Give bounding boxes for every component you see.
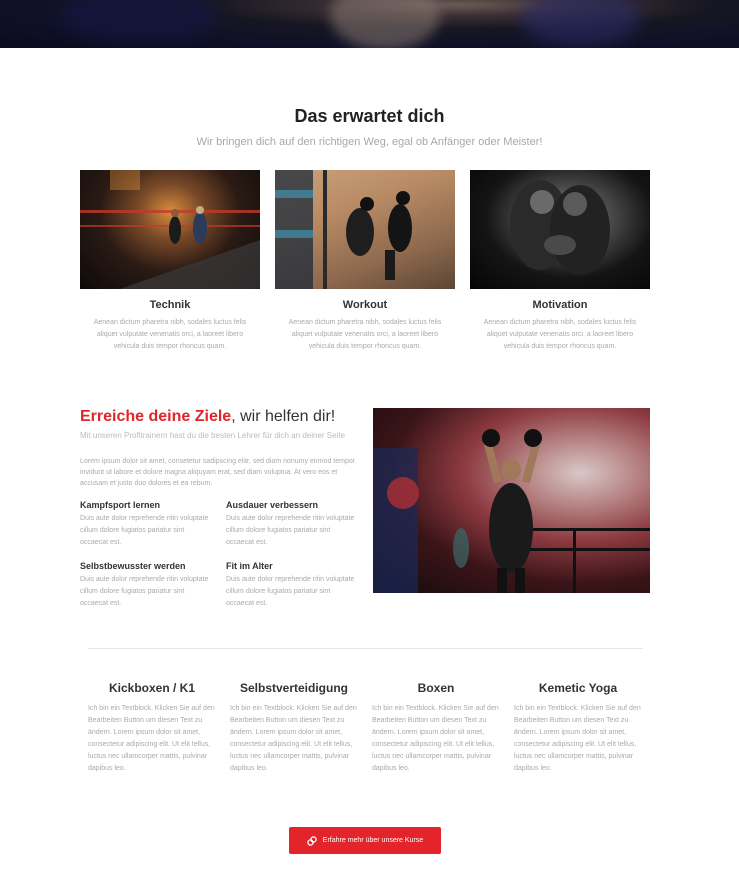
- feature-title: Fit im Alter: [226, 561, 273, 571]
- card-text: Aenean dictum pharetra nibh, sodales luc…: [483, 319, 637, 350]
- course-title: Selbstverteidigung: [239, 681, 349, 695]
- section-title: Das erwartet dich: [294, 106, 445, 126]
- boxer-arena-photo: [373, 408, 650, 593]
- feature-card-motivation: Motivation Aenean dictum pharetra nibh, …: [470, 170, 650, 353]
- course-text: Ich bin ein Textblock. Klicken Sie auf d…: [372, 705, 499, 772]
- link-icon: [307, 835, 317, 846]
- feature-kampfsport: Kampfsport lernen Duis aute dolor repreh…: [80, 500, 210, 549]
- feature-title: Selbstbewusster werden: [80, 561, 186, 571]
- goals-section: Erreiche deine Ziele, wir helfen dir! Mi…: [80, 408, 360, 489]
- feature-title: Ausdauer verbessern: [226, 500, 319, 510]
- card-title: Workout: [342, 299, 388, 311]
- course-kickboxen: Kickboxen / K1 Ich bin ein Textblock. Kl…: [88, 681, 216, 775]
- course-title: Kickboxen / K1: [108, 681, 196, 695]
- course-title: Kemetic Yoga: [538, 681, 618, 695]
- course-text: Ich bin ein Textblock. Klicken Sie auf d…: [230, 705, 357, 772]
- course-text: Ich bin ein Textblock. Klicken Sie auf d…: [514, 705, 641, 772]
- card-text: Aenean dictum pharetra nibh, sodales luc…: [93, 319, 247, 350]
- goals-paragraph: Lorem ipsum dolor sit amet, consetetur s…: [80, 458, 356, 487]
- section-divider: [88, 648, 643, 649]
- feature-title: Kampfsport lernen: [80, 500, 161, 510]
- feature-text: Duis aute dolor reprehende ritin volupta…: [80, 576, 209, 607]
- feature-card-technik: Technik Aenean dictum pharetra nibh, sod…: [80, 170, 260, 353]
- cta-label: Erfahre mehr über unsere Kurse: [322, 837, 424, 844]
- feature-selbstbewusst: Selbstbewusster werden Duis aute dolor r…: [80, 561, 210, 610]
- section-subtitle: Wir bringen dich auf den richtigen Weg, …: [196, 136, 543, 148]
- feature-text: Duis aute dolor reprehende ritin volupta…: [226, 576, 355, 607]
- card-text: Aenean dictum pharetra nibh, sodales luc…: [288, 319, 442, 350]
- course-boxen: Boxen Ich bin ein Textblock. Klicken Sie…: [372, 681, 500, 775]
- fighters-faceoff-photo: [470, 170, 650, 289]
- course-title: Boxen: [417, 681, 455, 695]
- feature-text: Duis aute dolor reprehende ritin volupta…: [80, 515, 209, 546]
- hero-image-strip: [0, 0, 739, 48]
- card-title: Motivation: [532, 299, 588, 311]
- goals-subheading: Mit unseren Profitrainern hast du die be…: [80, 431, 346, 440]
- course-selbstverteidigung: Selbstverteidigung Ich bin ein Textblock…: [230, 681, 358, 775]
- card-title: Technik: [149, 299, 191, 311]
- feature-card-workout: Workout Aenean dictum pharetra nibh, sod…: [275, 170, 455, 353]
- goals-heading-highlight: Erreiche deine Ziele: [80, 408, 232, 425]
- course-text: Ich bin ein Textblock. Klicken Sie auf d…: [88, 705, 215, 772]
- course-kemetic-yoga: Kemetic Yoga Ich bin ein Textblock. Klic…: [514, 681, 642, 775]
- feature-fit-im-alter: Fit im Alter Duis aute dolor reprehende …: [226, 561, 356, 610]
- feature-ausdauer: Ausdauer verbessern Duis aute dolor repr…: [226, 500, 356, 549]
- kickboxing-ring-photo: [80, 170, 260, 289]
- feature-text: Duis aute dolor reprehende ritin volupta…: [226, 515, 355, 546]
- goals-heading: Erreiche deine Ziele, wir helfen dir!: [80, 408, 360, 426]
- sparring-workout-photo: [275, 170, 455, 289]
- courses-cta-button[interactable]: Erfahre mehr über unsere Kurse: [289, 827, 441, 854]
- goals-heading-rest: , wir helfen dir!: [231, 408, 336, 425]
